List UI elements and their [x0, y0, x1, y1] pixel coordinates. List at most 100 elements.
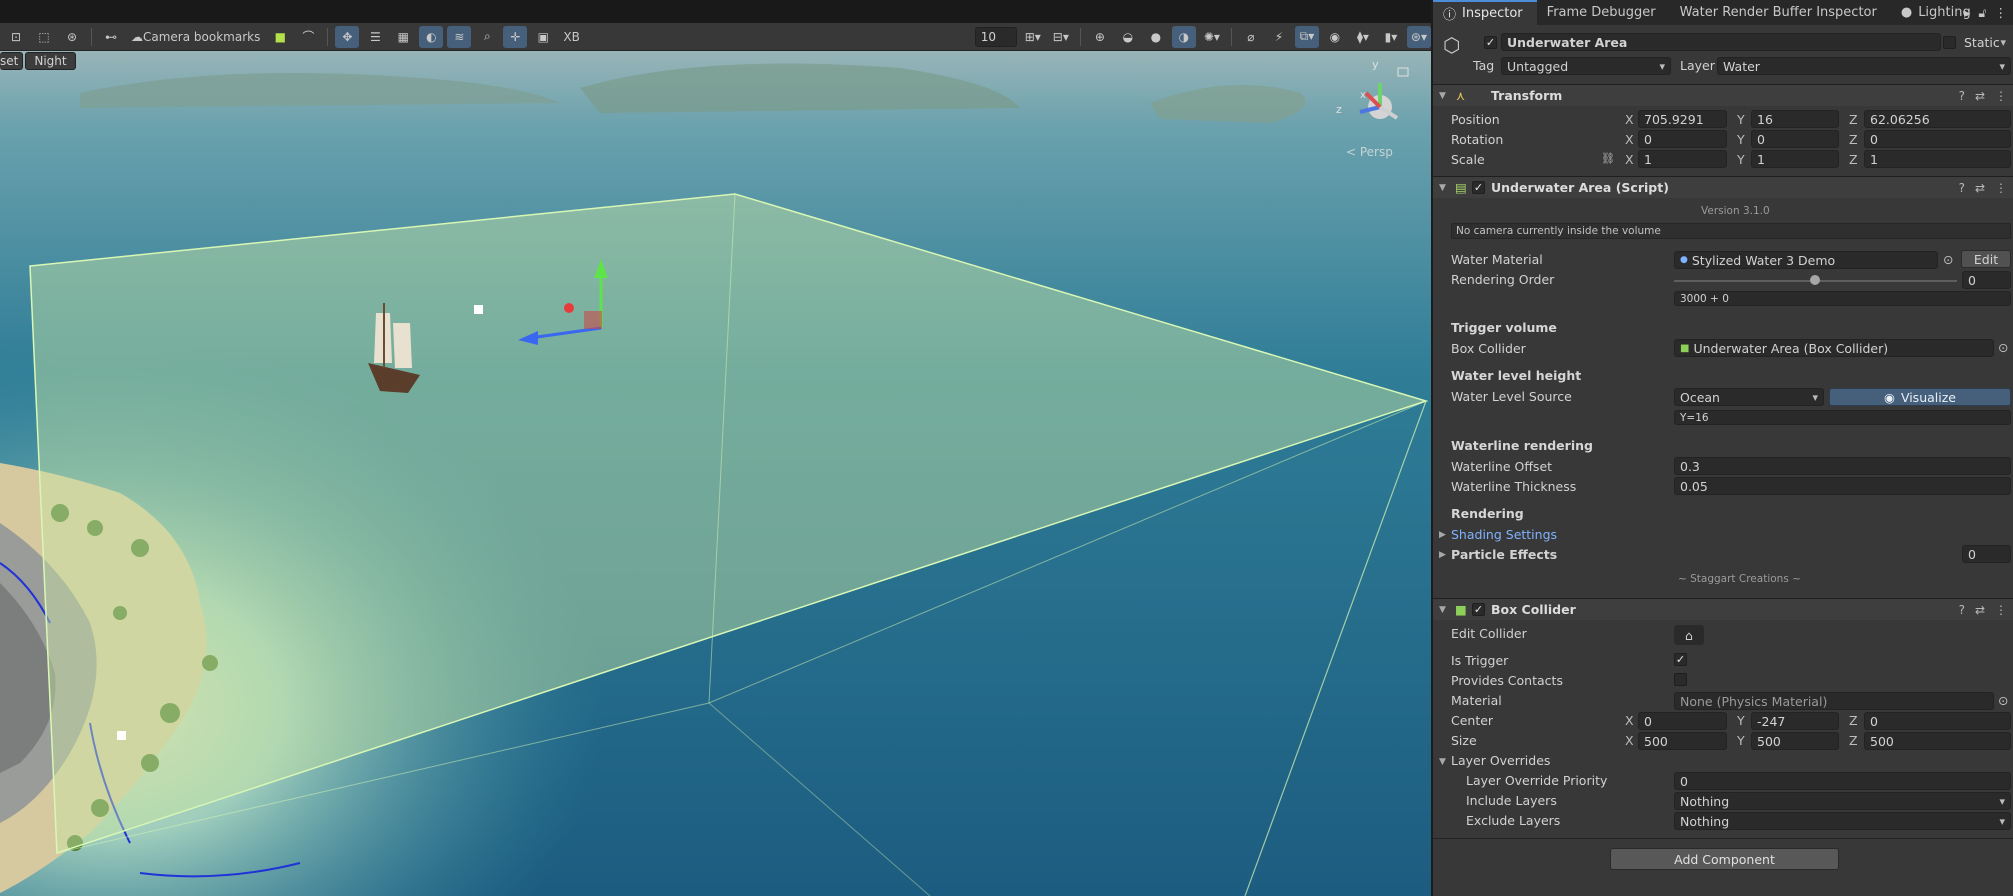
preset-icon[interactable]: ⇄: [1975, 181, 1985, 195]
layers-tool-icon[interactable]: ≋: [447, 25, 472, 48]
rendering-order-knob[interactable]: [1810, 275, 1820, 285]
rendering-order-field[interactable]: 0: [1962, 271, 2011, 289]
audio-icon[interactable]: ⌀: [1239, 26, 1263, 48]
object-picker-icon[interactable]: ⊙: [1998, 693, 2008, 708]
box-collider-field[interactable]: ■ Underwater Area (Box Collider): [1674, 339, 1994, 357]
rotation-x-field[interactable]: 0: [1638, 130, 1727, 148]
is-trigger-checkbox[interactable]: ✓: [1674, 653, 1687, 666]
kebab-menu-icon[interactable]: ⋮: [1995, 89, 2007, 103]
layer-overrides-foldout[interactable]: Layer Overrides: [1451, 753, 1550, 768]
grid-tool-icon[interactable]: ▦: [391, 26, 415, 48]
constrain-proportions-icon[interactable]: ⛓: [1601, 152, 1615, 165]
waterline-thickness-field[interactable]: 0.05: [1674, 477, 2011, 495]
object-name-field[interactable]: Underwater Area: [1501, 33, 1941, 51]
physics-material-field[interactable]: None (Physics Material): [1674, 692, 1994, 710]
help-icon[interactable]: ?: [1959, 603, 1965, 617]
position-x-field[interactable]: 705.9291: [1638, 110, 1727, 128]
include-layers-dropdown[interactable]: Nothing: [1674, 792, 2011, 810]
tab-inspector[interactable]: ⓘ Inspector: [1433, 0, 1537, 25]
scale-z-field[interactable]: 1: [1864, 150, 2011, 168]
object-picker-icon[interactable]: ⊙: [1943, 252, 1953, 267]
center-z-field[interactable]: 0: [1864, 712, 2011, 730]
size-x-field[interactable]: 500: [1638, 732, 1727, 750]
cube-icon[interactable]: ■: [268, 26, 292, 48]
move-tool-icon[interactable]: ✥: [335, 25, 360, 48]
tab-frame-debugger[interactable]: Frame Debugger: [1537, 0, 1670, 25]
particle-effects-foldout[interactable]: Particle Effects: [1451, 547, 1557, 562]
shading-shaded-icon[interactable]: ◑: [1171, 25, 1196, 48]
center-x-field[interactable]: 0: [1638, 712, 1727, 730]
static-dropdown[interactable]: Static: [1959, 33, 2011, 51]
globe-icon[interactable]: ⊕: [1088, 26, 1112, 48]
static-checkbox[interactable]: [1943, 36, 1956, 49]
size-y-field[interactable]: 500: [1751, 732, 1839, 750]
layer-dropdown[interactable]: Water: [1717, 57, 2011, 75]
preset-button[interactable]: set: [0, 52, 24, 70]
preset-icon[interactable]: ⇄: [1975, 89, 1985, 103]
grid-snap-icon[interactable]: ⊞▾: [1021, 26, 1045, 48]
lighting-icon[interactable]: ✺▾: [1200, 26, 1224, 48]
shading-wire-icon[interactable]: ◒: [1116, 26, 1140, 48]
preset-icon[interactable]: ⇄: [1975, 603, 1985, 617]
center-y-field[interactable]: -247: [1751, 712, 1839, 730]
position-y-field[interactable]: 16: [1751, 110, 1839, 128]
tag-dropdown[interactable]: Untagged: [1501, 57, 1671, 75]
water-tool-icon[interactable]: ◐: [419, 25, 444, 48]
visualize-button[interactable]: ◉ Visualize: [1829, 388, 2011, 406]
scene-fx-icon[interactable]: ⧉▾: [1294, 25, 1319, 48]
pivot-tool-icon[interactable]: ✛: [503, 25, 528, 48]
edit-material-button[interactable]: Edit: [1961, 250, 2011, 268]
tab-water-render-buffer[interactable]: Water Render Buffer Inspector: [1670, 0, 1891, 25]
rotation-z-field[interactable]: 0: [1864, 130, 2011, 148]
handle-point[interactable]: [117, 731, 126, 740]
night-button[interactable]: Night: [25, 52, 76, 70]
align-tool-icon[interactable]: ☰: [363, 26, 387, 48]
camera-bookmarks-button[interactable]: ☁ Camera bookmarks: [127, 26, 264, 48]
zoom-tool-icon[interactable]: ⌕: [475, 26, 499, 48]
persp-label[interactable]: < Persp: [1346, 145, 1393, 159]
position-z-field[interactable]: 62.06256: [1864, 110, 2011, 128]
paint-tool-icon[interactable]: ▣: [531, 26, 555, 48]
effects-icon[interactable]: ⚡: [1267, 26, 1291, 48]
gizmo-icon[interactable]: ⊛: [60, 26, 84, 48]
script-enabled-checkbox[interactable]: ✓: [1472, 181, 1485, 194]
scene-view[interactable]: ⊡ ⬚ ⊛ ⊷ ☁ Camera bookmarks ■ ⌒ ✥ ☰ ▦ ◐ ≋…: [0, 23, 1431, 896]
edit-collider-button[interactable]: ⌂: [1674, 625, 1704, 645]
rotation-y-field[interactable]: 0: [1751, 130, 1839, 148]
gizmos-icon[interactable]: ⊛▾: [1406, 25, 1431, 48]
underwater-script-header[interactable]: ▼ ▤ ✓ Underwater Area (Script) ? ⇄ ⋮: [1433, 176, 2013, 198]
box-collider-header[interactable]: ▼ ■ ✓ Box Collider ? ⇄ ⋮: [1433, 598, 2013, 620]
exclude-layers-dropdown[interactable]: Nothing: [1674, 812, 2011, 830]
layer-override-priority-field[interactable]: 0: [1674, 772, 2011, 790]
kebab-menu-icon[interactable]: ⋮: [1995, 181, 2007, 195]
size-z-field[interactable]: 500: [1864, 732, 2011, 750]
camera-settings-icon[interactable]: ▮▾: [1379, 26, 1403, 48]
help-icon[interactable]: ?: [1959, 181, 1965, 195]
more-tabs-icon[interactable]: ▸: [1964, 5, 1970, 20]
kebab-menu-icon[interactable]: ⋮: [1995, 5, 2008, 20]
waterline-offset-field[interactable]: 0.3: [1674, 457, 2011, 475]
rect-select-icon[interactable]: ⬚: [32, 26, 56, 48]
water-material-field[interactable]: ● Stylized Water 3 Demo: [1674, 251, 1938, 269]
lock-icon[interactable]: 🔓︎: [1978, 5, 1986, 21]
water-level-source-dropdown[interactable]: Ocean: [1674, 388, 1824, 406]
add-component-button[interactable]: Add Component: [1610, 848, 1839, 870]
active-checkbox[interactable]: ✓: [1484, 36, 1497, 49]
xb-button[interactable]: XB: [559, 26, 583, 48]
toggle-tool-icon[interactable]: ⊡: [4, 26, 28, 48]
transform-header[interactable]: ▼ ⋏ Transform ? ⇄ ⋮: [1433, 84, 2013, 106]
box-collider-enabled-checkbox[interactable]: ✓: [1472, 603, 1485, 616]
scale-x-field[interactable]: 1: [1638, 150, 1727, 168]
help-icon[interactable]: ?: [1959, 89, 1965, 103]
grid-size-field[interactable]: 10: [974, 26, 1017, 47]
layers-visibility-icon[interactable]: ⧫▾: [1351, 26, 1375, 48]
kebab-menu-icon[interactable]: ⋮: [1995, 603, 2007, 617]
shading-solid-icon[interactable]: ●: [1144, 26, 1168, 48]
object-picker-icon[interactable]: ⊙: [1998, 340, 2008, 355]
scale-y-field[interactable]: 1: [1751, 150, 1839, 168]
visibility-icon[interactable]: ◉: [1323, 26, 1347, 48]
particle-effects-count[interactable]: 0: [1962, 545, 2011, 563]
path-icon[interactable]: ⌒: [296, 26, 320, 48]
shading-settings-foldout[interactable]: Shading Settings: [1451, 527, 1557, 542]
snap-icon[interactable]: ⊷: [99, 26, 123, 48]
